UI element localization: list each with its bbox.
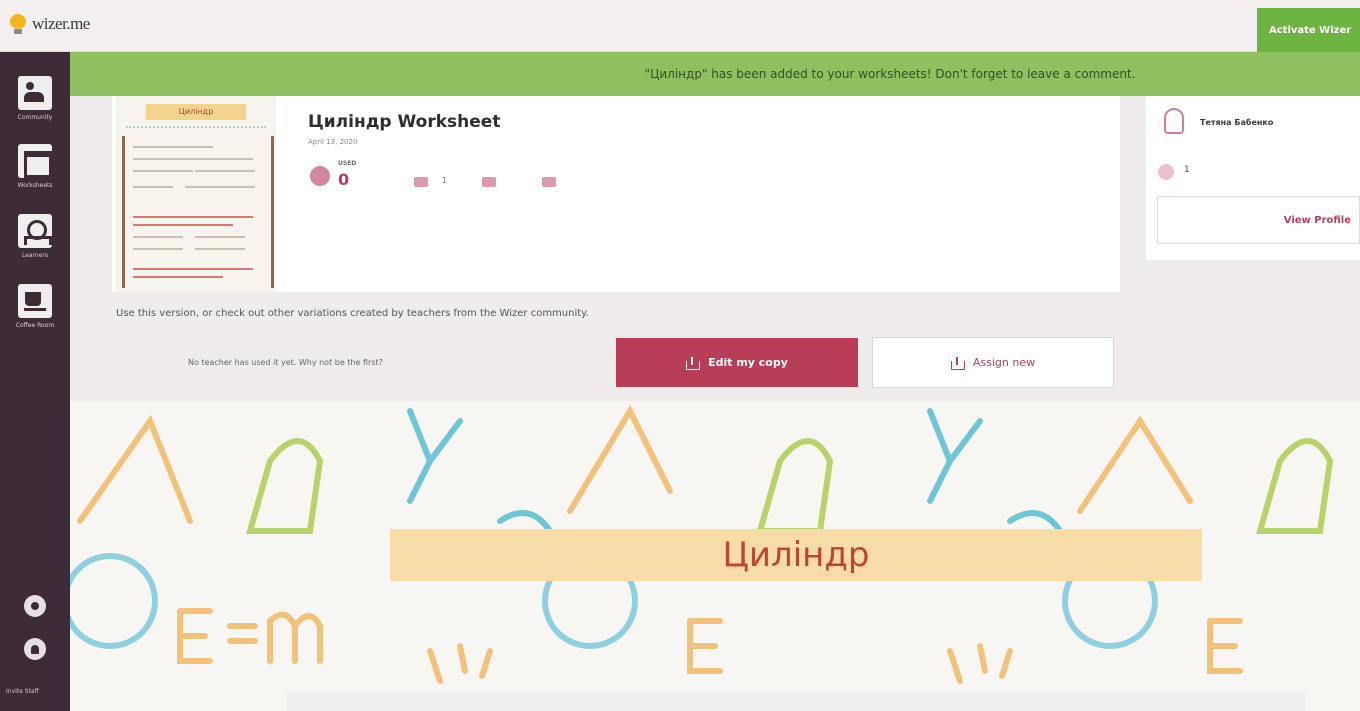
- preview-title: Циліндр: [722, 535, 870, 575]
- preview-title-banner: Циліндр: [390, 529, 1202, 581]
- worksheet-thumbnail[interactable]: Циліндр: [116, 96, 276, 292]
- settings-button[interactable]: [24, 595, 46, 617]
- variations-text: Use this version, or check out other var…: [116, 308, 589, 319]
- user-icon: [31, 644, 39, 654]
- author-avatar-icon: [1164, 108, 1184, 134]
- assign-new-button[interactable]: Assign new: [872, 337, 1114, 388]
- sidebar-item-coffee-room[interactable]: Coffee Room: [0, 284, 70, 329]
- share-icon: [686, 356, 701, 370]
- worksheets-icon: [18, 144, 52, 178]
- sidebar-item-label: Coffee Room: [15, 322, 55, 329]
- sidebar-item-label: Learners: [21, 252, 49, 259]
- used-count: 0: [338, 170, 350, 189]
- used-icon: [310, 166, 330, 186]
- author-stat: 1: [1184, 165, 1190, 175]
- worksheet-card: Циліндр Циліндр Worksheet April 13, 2020…: [112, 96, 1120, 292]
- logo[interactable]: wizer.me: [10, 14, 90, 34]
- worksheet-preview[interactable]: Циліндр: [70, 401, 1360, 711]
- comments-count: 1: [442, 176, 448, 185]
- sidebar-item-label: Worksheets: [17, 182, 53, 189]
- top-bar: wizer.me Activate Wizer: [0, 0, 1360, 52]
- sidebar-item-community[interactable]: Community: [0, 76, 70, 121]
- edit-my-copy-button[interactable]: Edit my copy: [616, 338, 858, 387]
- assign-button-label: Assign new: [972, 356, 1036, 369]
- thumbnail-title: Циліндр: [146, 104, 246, 120]
- logo-text: wizer.me: [32, 14, 90, 33]
- author-worksheets-icon: [1158, 164, 1174, 180]
- bottom-scroll-strip: [286, 691, 1306, 711]
- sidebar-item-worksheets[interactable]: Worksheets: [0, 144, 70, 189]
- invite-staff-link[interactable]: Invite Staff: [6, 688, 39, 695]
- author-panel: Тетяна Бабенко 1 View Profile: [1146, 96, 1360, 260]
- activate-button[interactable]: Activate Wizer: [1257, 8, 1360, 52]
- notification-bar: "Циліндр" has been added to your workshe…: [70, 52, 1360, 96]
- worksheet-date: April 13, 2020: [308, 138, 358, 146]
- sidebar-item-learners[interactable]: Learners: [0, 214, 70, 259]
- coffee-icon: [18, 284, 52, 318]
- worksheet-title: Циліндр Worksheet: [308, 112, 501, 132]
- no-teacher-text: No teacher has used it yet. Why not be t…: [188, 358, 383, 367]
- comments-icon[interactable]: [414, 177, 428, 187]
- share-icon[interactable]: [482, 177, 496, 187]
- share-icon: [950, 356, 965, 370]
- gear-icon: [31, 602, 39, 610]
- print-icon[interactable]: [542, 177, 556, 187]
- lightbulb-logo-icon: [10, 14, 26, 34]
- community-icon: [18, 76, 52, 110]
- learners-icon: [18, 214, 52, 248]
- author-name[interactable]: Тетяна Бабенко: [1200, 118, 1273, 127]
- view-profile-button[interactable]: View Profile: [1157, 196, 1360, 244]
- sidebar: Community Worksheets Learners Coffee Roo…: [0, 52, 70, 711]
- sidebar-item-label: Community: [17, 114, 53, 121]
- profile-button[interactable]: [24, 638, 46, 660]
- used-label: USED: [338, 160, 357, 167]
- notification-text: "Циліндр" has been added to your workshe…: [644, 67, 1136, 81]
- edit-button-label: Edit my copy: [708, 356, 788, 369]
